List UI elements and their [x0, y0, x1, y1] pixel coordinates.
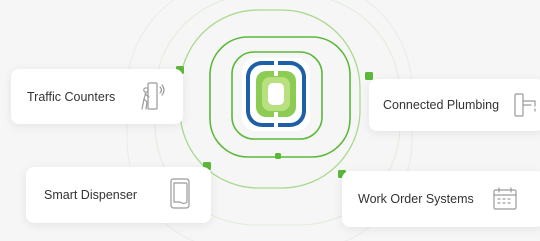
center-logo [242, 58, 310, 131]
connector-dot-bottom [275, 153, 281, 159]
connector-dot-plumbing [365, 72, 373, 80]
paper-towel-dispenser-icon [170, 178, 190, 209]
connected-plumbing-label: Connected Plumbing [383, 98, 500, 112]
work-order-systems-card[interactable]: Work Order Systems [342, 171, 540, 227]
traffic-counters-label: Traffic Counters [27, 89, 116, 104]
connected-plumbing-card[interactable]: Connected Plumbing [369, 79, 540, 131]
smart-dispenser-label: Smart Dispenser [44, 188, 138, 202]
calendar-icon [493, 187, 517, 210]
smart-dispenser-card[interactable]: Smart Dispenser [26, 167, 211, 223]
traffic-counters-card[interactable]: Traffic Counters [11, 69, 183, 124]
pedestrian-counter-icon [141, 82, 165, 110]
faucet-icon [514, 93, 536, 117]
work-order-systems-label: Work Order Systems [358, 192, 474, 206]
